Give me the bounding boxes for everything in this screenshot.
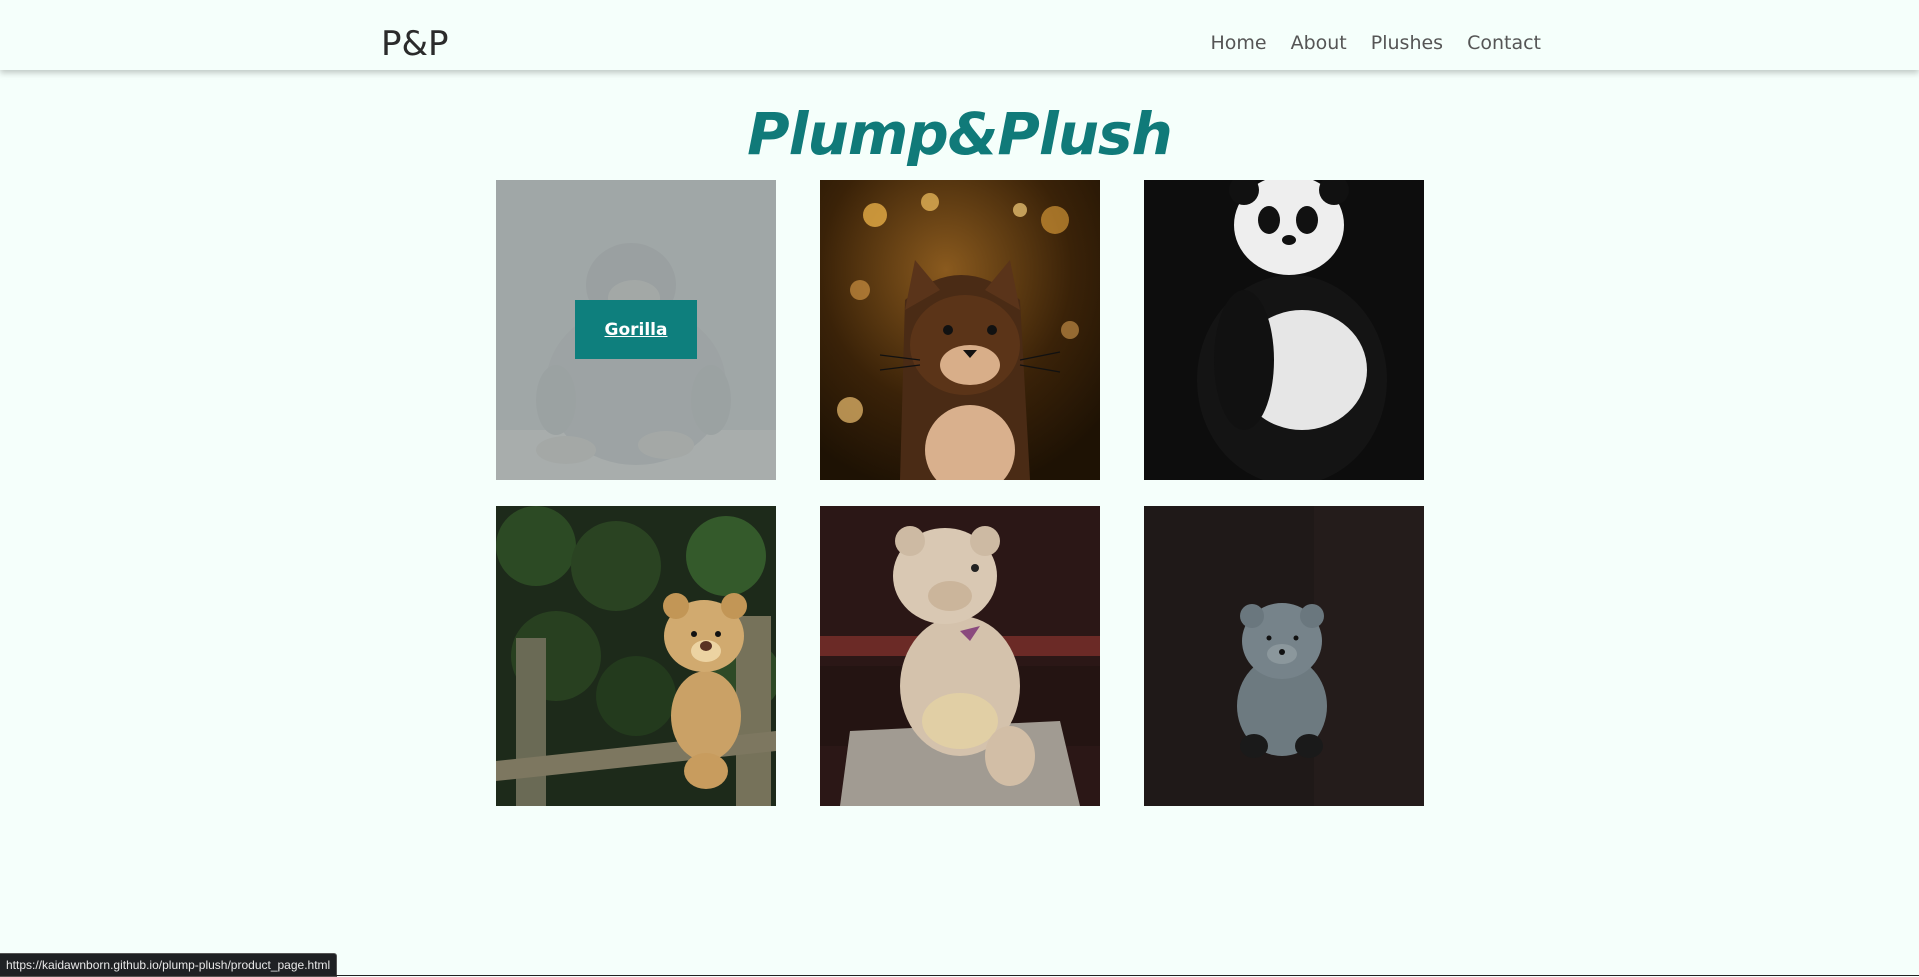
plush-card-gorilla[interactable]: Gorilla bbox=[496, 180, 776, 480]
teddy-bear-rock-image bbox=[820, 506, 1100, 806]
plush-card-blue-bear[interactable] bbox=[1144, 506, 1424, 806]
cat-image bbox=[820, 180, 1100, 480]
nav-link-home[interactable]: Home bbox=[1210, 31, 1266, 55]
plush-card-panda[interactable] bbox=[1144, 180, 1424, 480]
plush-card-cat[interactable] bbox=[820, 180, 1100, 480]
teddy-bear-fence-image bbox=[496, 506, 776, 806]
plush-label-gorilla[interactable]: Gorilla bbox=[575, 300, 697, 359]
status-bar-url: https://kaidawnborn.github.io/plump-plus… bbox=[0, 953, 338, 977]
plush-card-teddy-bear-rock[interactable] bbox=[820, 506, 1100, 806]
blue-bear-image bbox=[1144, 506, 1424, 806]
brand-logo[interactable]: P&P bbox=[381, 27, 449, 61]
nav-link-about[interactable]: About bbox=[1291, 31, 1347, 55]
nav-link-contact[interactable]: Contact bbox=[1467, 31, 1541, 55]
nav-link-plushes[interactable]: Plushes bbox=[1371, 31, 1443, 55]
page-title: Plump&Plush bbox=[747, 100, 1173, 168]
panda-image bbox=[1144, 180, 1424, 480]
plush-card-teddy-bear-fence[interactable] bbox=[496, 506, 776, 806]
navbar: P&P Home About Plushes Contact bbox=[0, 0, 1919, 70]
nav-links: Home About Plushes Contact bbox=[1210, 31, 1541, 55]
plush-grid: Gorilla bbox=[496, 180, 1424, 806]
